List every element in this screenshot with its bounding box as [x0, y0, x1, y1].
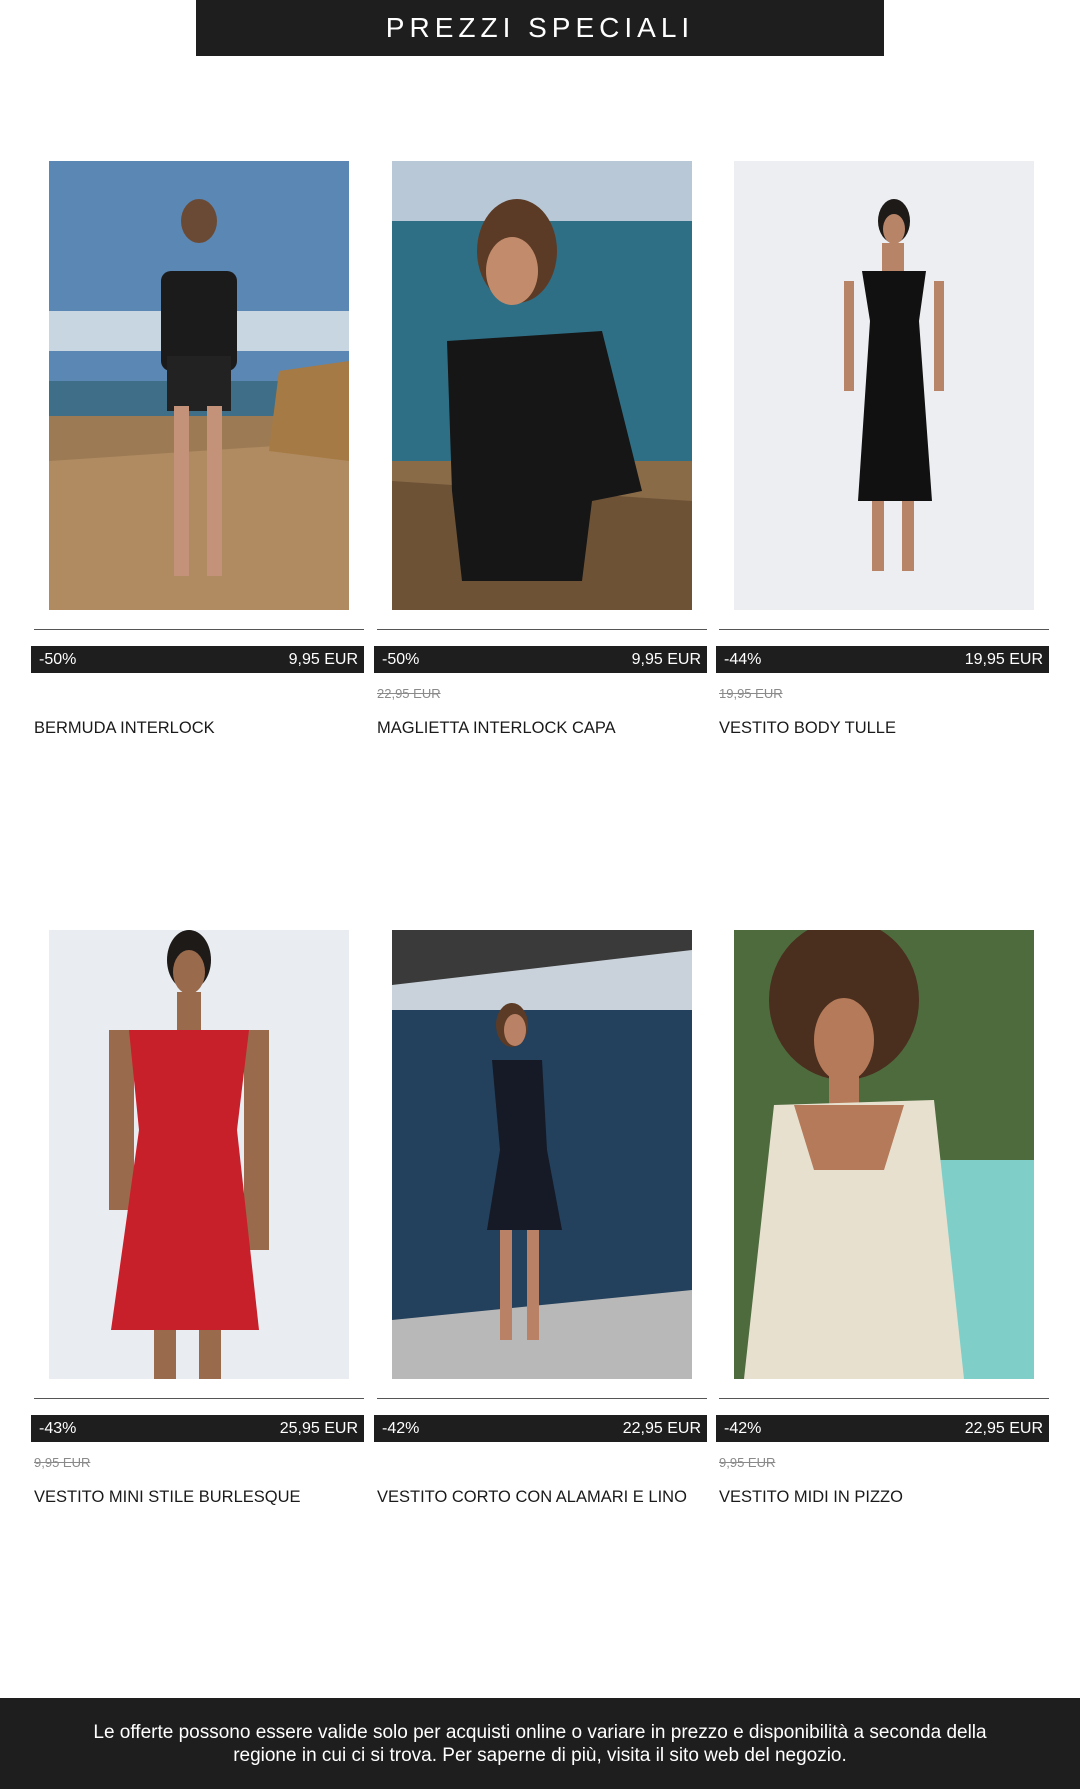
- disclaimer-footer: Le offerte possono essere valide solo pe…: [0, 1698, 1080, 1789]
- discount-badge: -44%: [724, 650, 762, 668]
- product-photo[interactable]: [734, 161, 1034, 610]
- original-price: 9,95 EUR: [34, 1455, 91, 1470]
- discount-badge: -43%: [39, 1419, 77, 1437]
- disclaimer-text: Le offerte possono essere valide solo pe…: [70, 1721, 1010, 1767]
- sale-price: 9,95 EUR: [631, 650, 701, 668]
- product-name[interactable]: VESTITO BODY TULLE: [719, 719, 896, 738]
- original-price: 9,95 EUR: [719, 1455, 776, 1470]
- product-name[interactable]: MAGLIETTA INTERLOCK CAPA: [377, 719, 616, 738]
- product-photo[interactable]: [392, 930, 692, 1379]
- original-price: 22,95 EUR: [377, 686, 441, 701]
- sale-price: 9,95 EUR: [288, 650, 358, 668]
- divider: [719, 629, 1049, 630]
- product-photo[interactable]: [734, 930, 1034, 1379]
- product-photo[interactable]: [392, 161, 692, 610]
- original-price: 19,95 EUR: [719, 686, 783, 701]
- divider: [377, 629, 707, 630]
- price-bar: -50% 9,95 EUR: [374, 646, 707, 673]
- divider: [34, 629, 364, 630]
- divider: [719, 1398, 1049, 1399]
- product-photo[interactable]: [49, 161, 349, 610]
- product-name[interactable]: BERMUDA INTERLOCK: [34, 719, 215, 738]
- price-bar: -42% 22,95 EUR: [716, 1415, 1049, 1442]
- sale-price: 19,95 EUR: [964, 650, 1043, 668]
- product-grid: -50% 9,95 EUR BERMUDA INTERLOCK -50% 9,9…: [0, 0, 1080, 1700]
- discount-badge: -50%: [39, 650, 77, 668]
- sale-price: 22,95 EUR: [964, 1419, 1043, 1437]
- disclaimer-line-2: regione in cui ci si trova. Per saperne …: [233, 1744, 847, 1766]
- discount-badge: -42%: [724, 1419, 762, 1437]
- discount-badge: -50%: [382, 650, 420, 668]
- product-name[interactable]: VESTITO CORTO CON ALAMARI E LINO: [377, 1488, 687, 1507]
- product-name[interactable]: VESTITO MIDI IN PIZZO: [719, 1488, 903, 1507]
- product-name[interactable]: VESTITO MINI STILE BURLESQUE: [34, 1488, 301, 1507]
- disclaimer-line-1: Le offerte possono essere valide solo pe…: [93, 1721, 987, 1743]
- sale-price: 22,95 EUR: [622, 1419, 701, 1437]
- sale-price: 25,95 EUR: [279, 1419, 358, 1437]
- discount-badge: -42%: [382, 1419, 420, 1437]
- divider: [377, 1398, 707, 1399]
- price-bar: -43% 25,95 EUR: [31, 1415, 364, 1442]
- divider: [34, 1398, 364, 1399]
- price-bar: -50% 9,95 EUR: [31, 646, 364, 673]
- product-photo[interactable]: [49, 930, 349, 1379]
- price-bar: -42% 22,95 EUR: [374, 1415, 707, 1442]
- price-bar: -44% 19,95 EUR: [716, 646, 1049, 673]
